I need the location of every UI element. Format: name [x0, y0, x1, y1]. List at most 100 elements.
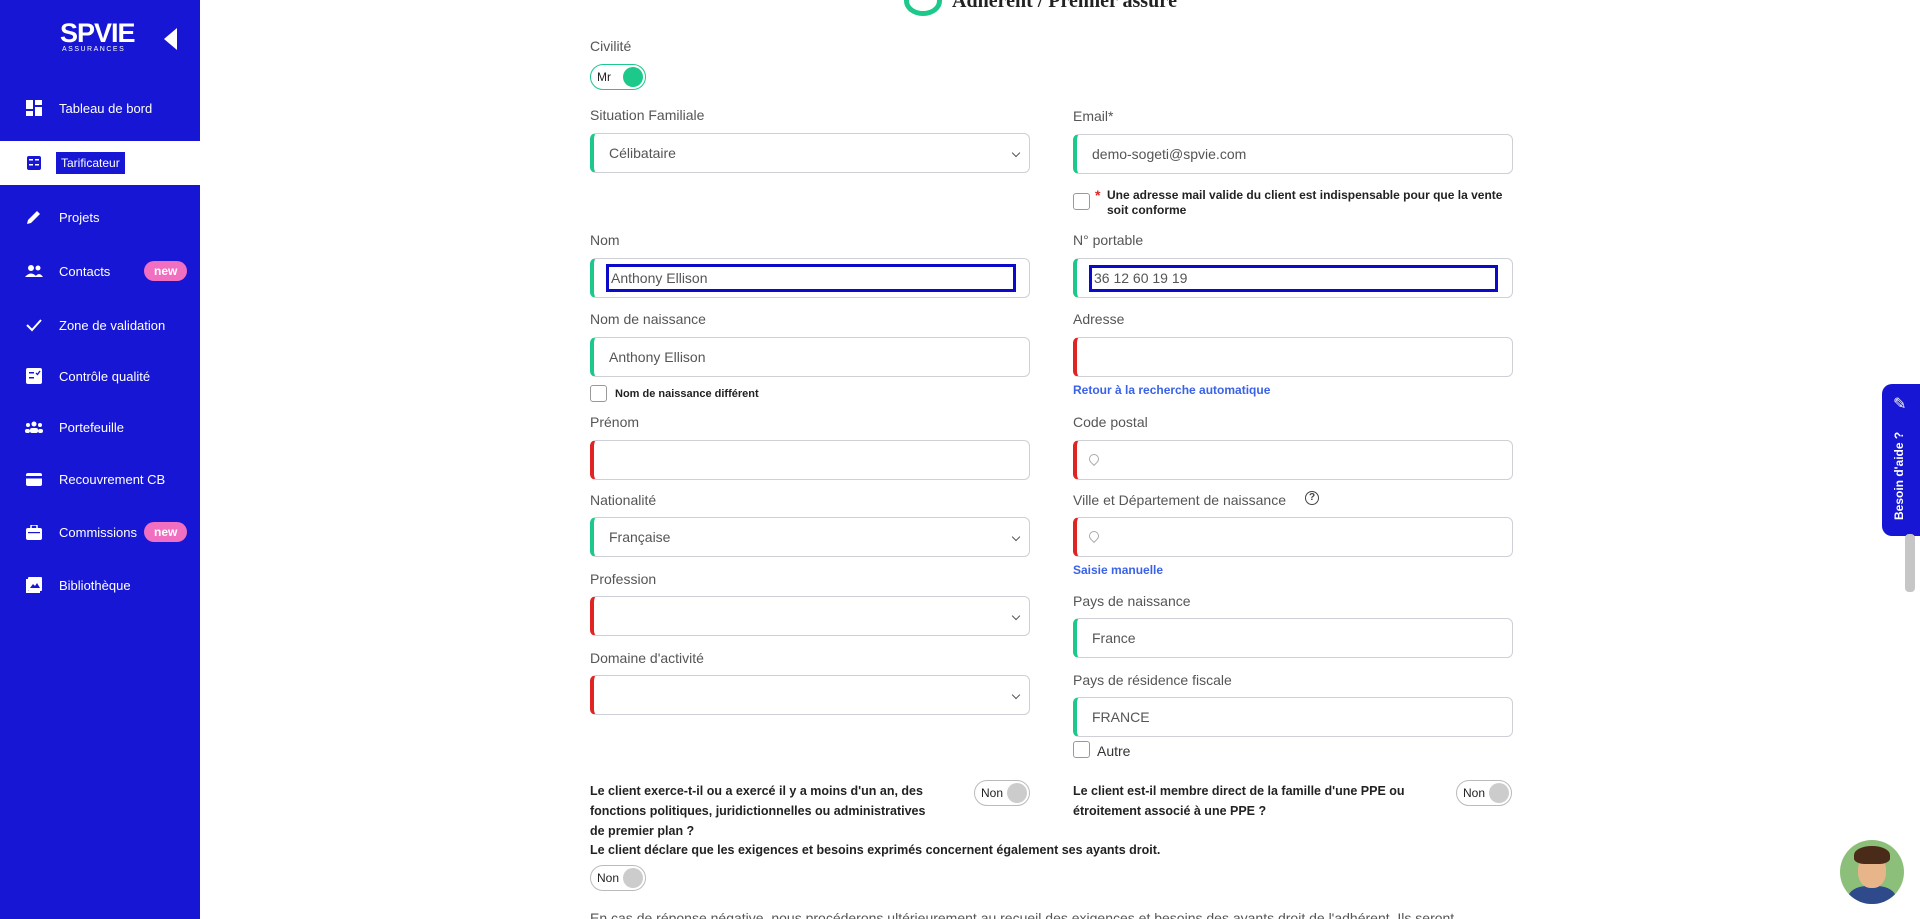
ppe-toggle-value: Non — [981, 786, 1004, 800]
nationalite-label: Nationalité — [590, 492, 657, 508]
assistant-avatar[interactable] — [1840, 840, 1904, 904]
sidebar-item-contacts[interactable]: Contacts new — [0, 249, 200, 293]
pays-naissance-input[interactable]: France — [1073, 618, 1513, 658]
sidebar-item-commissions[interactable]: Commissions new — [0, 510, 200, 554]
nom-naissance-input[interactable]: Anthony Ellison — [590, 337, 1030, 377]
nom-naissance-different-label: Nom de naissance différent — [615, 388, 759, 400]
dashboard-icon — [25, 99, 43, 117]
ppe-toggle[interactable]: Non — [974, 780, 1030, 806]
nom-naissance-different-checkbox[interactable] — [590, 385, 607, 402]
civilite-label: Civilité — [590, 38, 632, 54]
email-value: demo-sogeti@spvie.com — [1092, 146, 1247, 162]
sidebar-item-label: Zone de validation — [59, 317, 166, 333]
ayants-droit-toggle-value: Non — [597, 871, 620, 885]
scrollbar-thumb[interactable] — [1905, 534, 1915, 592]
domaine-select[interactable] — [590, 675, 1030, 715]
toggle-knob — [1489, 783, 1509, 803]
ayants-droit-toggle[interactable]: Non — [590, 865, 646, 891]
sidebar-item-label: Contrôle qualité — [59, 368, 151, 384]
situation-value: Célibataire — [609, 145, 676, 161]
sidebar-item-label: Tarificateur — [56, 152, 125, 174]
avatar-shirt — [1848, 886, 1896, 904]
new-badge: new — [144, 522, 188, 542]
email-notice: Une adresse mail valide du client est in… — [1107, 188, 1503, 217]
profession-label: Profession — [590, 571, 657, 587]
sidebar-item-label: Recouvrement CB — [59, 471, 166, 487]
nationalite-value: Française — [609, 529, 671, 545]
sidebar-item-portefeuille[interactable]: Portefeuille — [0, 405, 200, 449]
code-postal-input[interactable] — [1073, 440, 1513, 480]
pays-fiscal-input[interactable]: FRANCE — [1073, 697, 1513, 737]
ppe-question: Le client exerce-t-il ou a exercé il y a… — [590, 784, 926, 838]
adresse-input[interactable] — [1073, 337, 1513, 377]
nom-label: Nom — [590, 232, 620, 248]
nom-naissance-label: Nom de naissance — [590, 311, 706, 327]
prenom-label: Prénom — [590, 414, 640, 430]
collapse-sidebar-icon[interactable] — [164, 28, 177, 50]
credit-card-icon — [25, 470, 43, 488]
help-label: Besoin d'aide ? — [1892, 431, 1906, 520]
sidebar-item-controle-qualite[interactable]: Contrôle qualité — [0, 354, 200, 398]
sidebar-item-label: Bibliothèque — [59, 577, 131, 593]
pays-naissance-label: Pays de naissance — [1073, 593, 1191, 609]
portable-highlight — [1089, 265, 1498, 292]
sidebar-item-recouvrement-cb[interactable]: Recouvrement CB — [0, 457, 200, 501]
calculator-icon — [25, 154, 43, 172]
domaine-label: Domaine d'activité — [590, 650, 704, 666]
sidebar-item-label: Contacts — [59, 263, 111, 279]
avatar-hair — [1854, 846, 1890, 864]
help-tab[interactable]: ✎ Besoin d'aide ? — [1882, 384, 1920, 536]
portable-label: N° portable — [1073, 232, 1144, 248]
ville-naissance-input[interactable] — [1073, 517, 1513, 557]
sidebar-item-tableau-de-bord[interactable]: Tableau de bord — [0, 86, 200, 130]
images-icon — [25, 576, 43, 594]
sidebar-item-projets[interactable]: Projets — [0, 195, 200, 239]
ppe-family-toggle-value: Non — [1463, 786, 1486, 800]
autre-label: Autre — [1097, 743, 1131, 759]
help-circle-icon[interactable]: ? — [1305, 491, 1319, 505]
sidebar-item-tarificateur[interactable]: Tarificateur — [0, 141, 200, 185]
pays-naissance-value: France — [1092, 630, 1136, 646]
spvie-logo[interactable]: SPVIE ASSURANCES — [60, 20, 140, 56]
pays-fiscal-label: Pays de résidence fiscale — [1073, 672, 1232, 688]
edit-icon: ✎ — [1893, 396, 1907, 413]
nom-highlight — [606, 264, 1016, 292]
civilite-toggle[interactable]: Mr — [590, 64, 646, 90]
sidebar-item-label: Commissions — [59, 524, 138, 540]
section-title: Adhérent / Premier assuré — [952, 0, 1177, 12]
new-badge: new — [144, 261, 188, 281]
toggle-knob — [623, 868, 643, 888]
saisie-manuelle-link[interactable]: Saisie manuelle — [1073, 563, 1163, 577]
email-confirm-checkbox[interactable] — [1073, 193, 1090, 210]
user-icon — [904, 0, 942, 16]
profession-select[interactable] — [590, 596, 1030, 636]
group-icon — [25, 418, 43, 436]
adresse-label: Adresse — [1073, 311, 1125, 327]
sidebar-item-label: Portefeuille — [59, 419, 125, 435]
code-postal-label: Code postal — [1073, 414, 1148, 430]
people-icon — [25, 262, 43, 280]
location-pin-icon — [1086, 451, 1102, 467]
prenom-input[interactable] — [590, 440, 1030, 480]
civilite-value: Mr — [597, 70, 611, 84]
ppe-family-toggle[interactable]: Non — [1456, 780, 1512, 806]
sidebar-item-bibliotheque[interactable]: Bibliothèque — [0, 563, 200, 607]
checklist-icon — [25, 367, 43, 385]
situation-select[interactable]: Célibataire — [590, 133, 1030, 173]
autre-checkbox[interactable] — [1073, 741, 1090, 758]
toggle-knob — [1007, 783, 1027, 803]
briefcase-icon — [25, 523, 43, 541]
pencil-icon — [25, 208, 43, 226]
toggle-knob — [623, 67, 643, 87]
location-pin-icon — [1086, 528, 1102, 544]
pays-fiscal-value: FRANCE — [1092, 709, 1150, 725]
nationalite-select[interactable]: Française — [590, 517, 1030, 557]
ayants-droit-footer-text: En cas de réponse négative, nous procéde… — [590, 910, 1455, 919]
required-asterisk: * — [1095, 187, 1101, 203]
email-input[interactable]: demo-sogeti@spvie.com — [1073, 134, 1513, 174]
ville-naissance-label: Ville et Département de naissance — [1073, 492, 1286, 508]
retour-recherche-link[interactable]: Retour à la recherche automatique — [1073, 383, 1270, 397]
situation-label: Situation Familiale — [590, 107, 705, 123]
sidebar-item-zone-de-validation[interactable]: Zone de validation — [0, 303, 200, 347]
ppe-family-question: Le client est-il membre direct de la fam… — [1073, 784, 1405, 818]
